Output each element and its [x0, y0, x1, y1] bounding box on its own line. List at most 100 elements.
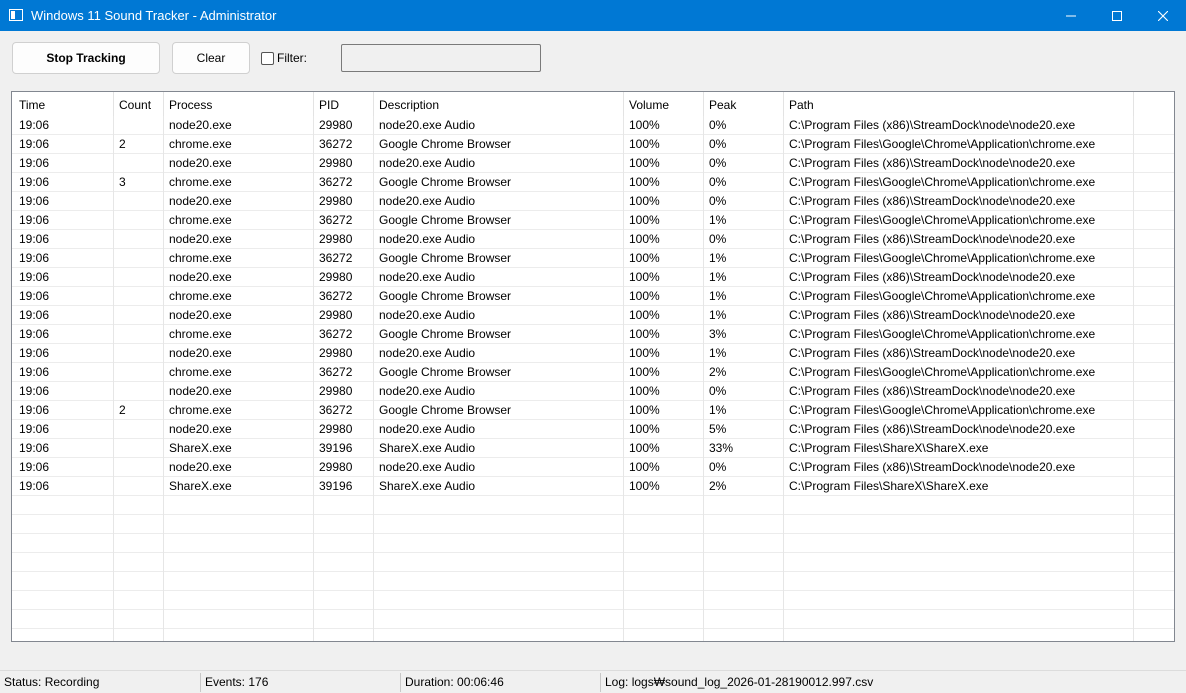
table-row[interactable]: 19:06 2 chrome.exe 36272 Google Chrome Brows…: [12, 135, 1174, 154]
cell-process: node20.exe: [169, 346, 232, 360]
column-header-path[interactable]: Path: [789, 98, 814, 112]
cell-description: Google Chrome Browser: [379, 327, 512, 341]
cell-volume: 100%: [629, 213, 660, 227]
column-header-pid[interactable]: PID: [319, 98, 339, 112]
cell-path: C:\Program Files (x86)\StreamDock\node\n…: [789, 308, 1076, 322]
cell-volume: 100%: [629, 460, 660, 474]
cell-process: chrome.exe: [169, 289, 232, 303]
cell-path: C:\Program Files (x86)\StreamDock\node\n…: [789, 384, 1076, 398]
column-header-process[interactable]: Process: [169, 98, 212, 112]
cell-volume: 100%: [629, 441, 660, 455]
minimize-button[interactable]: [1048, 0, 1094, 31]
close-button[interactable]: [1140, 0, 1186, 31]
cell-time: 19:06: [19, 384, 50, 398]
cell-peak: 0%: [709, 156, 727, 170]
table-row[interactable]: 19:06 chrome.exe 36272 Google Chrome Browse…: [12, 249, 1174, 268]
cell-pid: 29980: [319, 156, 353, 170]
cell-description: Google Chrome Browser: [379, 137, 512, 151]
column-header-count[interactable]: Count: [119, 98, 151, 112]
cell-path: C:\Program Files\Google\Chrome\Applicati…: [789, 327, 1096, 341]
table-row[interactable]: 19:06 node20.exe 29980 node20.exe Audio 100%…: [12, 192, 1174, 211]
cell-pid: 39196: [319, 479, 353, 493]
column-header-volume[interactable]: Volume: [629, 98, 669, 112]
table-row[interactable]: 19:06 node20.exe 29980 node20.exe Audio 100%…: [12, 382, 1174, 401]
cell-path: C:\Program Files\ShareX\ShareX.exe: [789, 479, 989, 493]
cell-process: node20.exe: [169, 460, 232, 474]
cell-path: C:\Program Files\Google\Chrome\Applicati…: [789, 251, 1096, 265]
column-header-peak[interactable]: Peak: [709, 98, 736, 112]
column-header-description[interactable]: Description: [379, 98, 439, 112]
table-row[interactable]: 19:06 node20.exe 29980 node20.exe Audio 100%…: [12, 116, 1174, 135]
table-row[interactable]: 19:06 node20.exe 29980 node20.exe Audio 100%…: [12, 230, 1174, 249]
cell-pid: 36272: [319, 327, 353, 341]
cell-description: ShareX.exe Audio: [379, 441, 476, 455]
cell-pid: 29980: [319, 460, 353, 474]
filter-input[interactable]: [341, 44, 541, 72]
cell-peak: 1%: [709, 308, 727, 322]
cell-description: node20.exe Audio: [379, 118, 476, 132]
cell-volume: 100%: [629, 232, 660, 246]
table-row[interactable]: 19:06 node20.exe 29980 node20.exe Audio 100%…: [12, 458, 1174, 477]
table-row[interactable]: 19:06 chrome.exe 36272 Google Chrome Browse…: [12, 363, 1174, 382]
cell-time: 19:06: [19, 460, 50, 474]
cell-pid: 36272: [319, 365, 353, 379]
cell-peak: 5%: [709, 422, 727, 436]
stop-tracking-button[interactable]: Stop Tracking: [12, 42, 160, 74]
cell-pid: 36272: [319, 213, 353, 227]
cell-volume: 100%: [629, 137, 660, 151]
cell-peak: 1%: [709, 289, 727, 303]
table-row[interactable]: 19:06 node20.exe 29980 node20.exe Audio 100%…: [12, 306, 1174, 325]
cell-count: 3: [119, 175, 126, 189]
cell-pid: 29980: [319, 232, 353, 246]
cell-peak: 0%: [709, 137, 727, 151]
cell-volume: 100%: [629, 270, 660, 284]
clear-button[interactable]: Clear: [172, 42, 250, 74]
cell-path: C:\Program Files (x86)\StreamDock\node\n…: [789, 194, 1076, 208]
cell-description: Google Chrome Browser: [379, 175, 512, 189]
table-body: 19:06 node20.exe 29980 node20.exe Audio 100%…: [12, 116, 1174, 496]
filter-checkbox[interactable]: [261, 52, 274, 65]
table-row[interactable]: 19:06 chrome.exe 36272 Google Chrome Browse…: [12, 287, 1174, 306]
table-row[interactable]: 19:06 ShareX.exe 39196 ShareX.exe Audio 100%…: [12, 477, 1174, 496]
table-row[interactable]: 19:06 node20.exe 29980 node20.exe Audio 100%…: [12, 420, 1174, 439]
table-row[interactable]: 19:06 chrome.exe 36272 Google Chrome Browse…: [12, 211, 1174, 230]
table-row[interactable]: 19:06 ShareX.exe 39196 ShareX.exe Audio 100%…: [12, 439, 1174, 458]
cell-process: node20.exe: [169, 118, 232, 132]
cell-path: C:\Program Files\Google\Chrome\Applicati…: [789, 365, 1096, 379]
table-row[interactable]: 19:06 2 chrome.exe 36272 Google Chrome Brows…: [12, 401, 1174, 420]
column-header-time[interactable]: Time: [19, 98, 45, 112]
cell-process: chrome.exe: [169, 251, 232, 265]
cell-volume: 100%: [629, 346, 660, 360]
cell-volume: 100%: [629, 156, 660, 170]
cell-description: Google Chrome Browser: [379, 365, 512, 379]
cell-peak: 1%: [709, 346, 727, 360]
cell-description: node20.exe Audio: [379, 194, 476, 208]
cell-description: ShareX.exe Audio: [379, 479, 476, 493]
maximize-button[interactable]: [1094, 0, 1140, 31]
table-row[interactable]: 19:06 chrome.exe 36272 Google Chrome Browse…: [12, 325, 1174, 344]
cell-process: chrome.exe: [169, 137, 232, 151]
cell-pid: 29980: [319, 422, 353, 436]
window-title: Windows 11 Sound Tracker - Administrator: [31, 8, 277, 23]
cell-path: C:\Program Files (x86)\StreamDock\node\n…: [789, 460, 1076, 474]
table-row[interactable]: 19:06 node20.exe 29980 node20.exe Audio 100%…: [12, 344, 1174, 363]
minimize-icon: [1066, 15, 1076, 16]
cell-peak: 2%: [709, 479, 727, 493]
cell-volume: 100%: [629, 175, 660, 189]
cell-pid: 36272: [319, 251, 353, 265]
events-table[interactable]: Time Count Process PID Description Volum…: [11, 91, 1175, 642]
cell-time: 19:06: [19, 137, 50, 151]
cell-count: 2: [119, 137, 126, 151]
cell-path: C:\Program Files (x86)\StreamDock\node\n…: [789, 346, 1076, 360]
cell-pid: 29980: [319, 194, 353, 208]
table-row[interactable]: 19:06 node20.exe 29980 node20.exe Audio 100%…: [12, 154, 1174, 173]
table-row[interactable]: 19:06 node20.exe 29980 node20.exe Audio 100%…: [12, 268, 1174, 287]
cell-pid: 29980: [319, 270, 353, 284]
cell-path: C:\Program Files (x86)\StreamDock\node\n…: [789, 118, 1076, 132]
cell-description: Google Chrome Browser: [379, 289, 512, 303]
cell-path: C:\Program Files\ShareX\ShareX.exe: [789, 441, 989, 455]
table-row[interactable]: 19:06 3 chrome.exe 36272 Google Chrome Brows…: [12, 173, 1174, 192]
cell-path: C:\Program Files (x86)\StreamDock\node\n…: [789, 270, 1076, 284]
cell-description: node20.exe Audio: [379, 270, 476, 284]
cell-process: chrome.exe: [169, 327, 232, 341]
